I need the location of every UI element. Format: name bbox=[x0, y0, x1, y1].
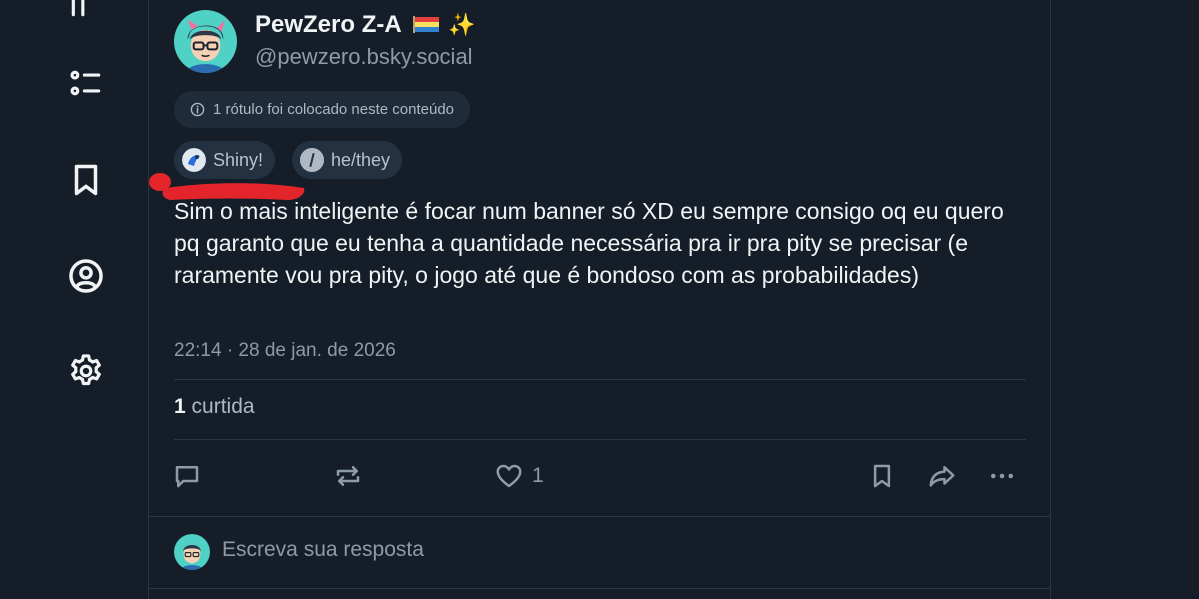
likes-count-link[interactable]: 1 curtida bbox=[174, 395, 255, 419]
left-nav-sidebar bbox=[0, 0, 150, 599]
share-button[interactable] bbox=[927, 458, 957, 494]
author-handle[interactable]: @pewzero.bsky.social bbox=[255, 44, 473, 70]
pronoun-label-icon bbox=[300, 148, 324, 172]
reply-input-placeholder[interactable]: Escreva sua resposta bbox=[222, 538, 424, 562]
column-border-right bbox=[1050, 0, 1051, 599]
like-count: 1 bbox=[532, 464, 544, 487]
settings-icon[interactable] bbox=[66, 351, 106, 391]
heart-icon bbox=[496, 464, 522, 488]
post-thread-item: PewZero Z-A ✨ @pewzero.bsky.social 1 rót… bbox=[150, 0, 1050, 516]
post-timestamp[interactable]: 22:14 · 28 de jan. de 2026 bbox=[174, 340, 396, 362]
author-display-name[interactable]: PewZero Z-A ✨ bbox=[255, 11, 476, 39]
profile-icon[interactable] bbox=[66, 256, 106, 296]
author-display-name-text: PewZero Z-A bbox=[255, 11, 401, 38]
home-icon[interactable] bbox=[66, 0, 106, 22]
author-avatar[interactable] bbox=[174, 10, 237, 73]
sparkles-icon: ✨ bbox=[448, 12, 476, 37]
share-icon bbox=[929, 466, 955, 487]
divider bbox=[148, 588, 1051, 589]
info-icon bbox=[190, 102, 205, 117]
likes-count-number: 1 bbox=[174, 395, 186, 418]
divider bbox=[174, 439, 1026, 440]
repost-icon bbox=[336, 466, 360, 486]
feeds-icon[interactable] bbox=[66, 63, 106, 103]
bookmark-icon bbox=[873, 464, 891, 488]
label-chip-text: Shiny! bbox=[213, 149, 264, 170]
likes-count-label: curtida bbox=[191, 395, 255, 418]
more-icon bbox=[991, 473, 1013, 479]
label-chip-text: he/they bbox=[331, 149, 391, 170]
flag-icon bbox=[413, 16, 440, 33]
current-user-avatar bbox=[174, 534, 210, 570]
reply-button[interactable] bbox=[172, 458, 202, 494]
repost-button[interactable] bbox=[333, 458, 363, 494]
post-body-text: Sim o mais inteligente é focar num banne… bbox=[174, 198, 1004, 288]
labeler-avatar-icon bbox=[182, 148, 206, 172]
more-options-button[interactable] bbox=[987, 458, 1017, 494]
label-chip-pronouns[interactable]: he/they bbox=[292, 141, 403, 179]
reply-icon bbox=[175, 466, 199, 488]
bookmark-button[interactable] bbox=[867, 458, 897, 494]
content-label-notice[interactable]: 1 rótulo foi colocado neste conteúdo bbox=[174, 91, 471, 128]
column-border-left bbox=[148, 0, 149, 599]
label-notice-text: 1 rótulo foi colocado neste conteúdo bbox=[213, 101, 455, 118]
like-button[interactable]: 1 bbox=[494, 458, 544, 494]
label-chip-shiny[interactable]: Shiny! bbox=[174, 141, 276, 179]
bookmarks-icon[interactable] bbox=[66, 160, 106, 200]
divider bbox=[174, 379, 1026, 380]
reply-composer[interactable]: Escreva sua resposta bbox=[150, 517, 1050, 587]
